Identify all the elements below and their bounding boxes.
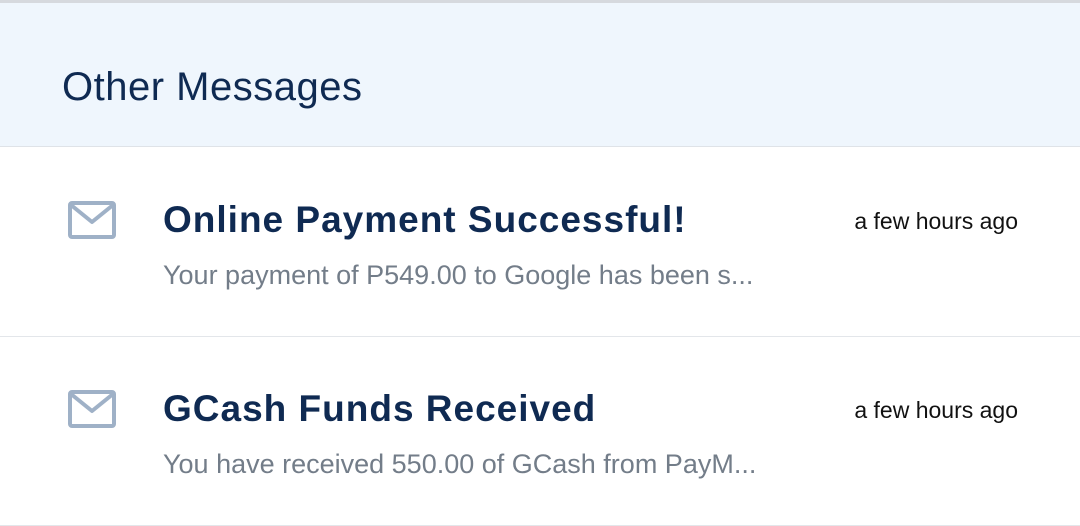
message-title: Online Payment Successful! bbox=[163, 199, 687, 240]
message-item[interactable]: GCash Funds Received a few hours ago You… bbox=[0, 337, 1080, 526]
message-item[interactable]: Online Payment Successful! a few hours a… bbox=[0, 148, 1080, 337]
section-header: Other Messages bbox=[0, 3, 1080, 147]
section-title: Other Messages bbox=[62, 65, 363, 109]
message-list: Online Payment Successful! a few hours a… bbox=[0, 148, 1080, 526]
mail-icon bbox=[68, 201, 116, 239]
message-title: GCash Funds Received bbox=[163, 388, 597, 429]
message-preview: You have received 550.00 of GCash from P… bbox=[163, 449, 757, 479]
message-preview: Your payment of P549.00 to Google has be… bbox=[163, 260, 754, 290]
message-timestamp: a few hours ago bbox=[854, 397, 1018, 423]
mail-icon bbox=[68, 390, 116, 428]
message-timestamp: a few hours ago bbox=[854, 208, 1018, 234]
